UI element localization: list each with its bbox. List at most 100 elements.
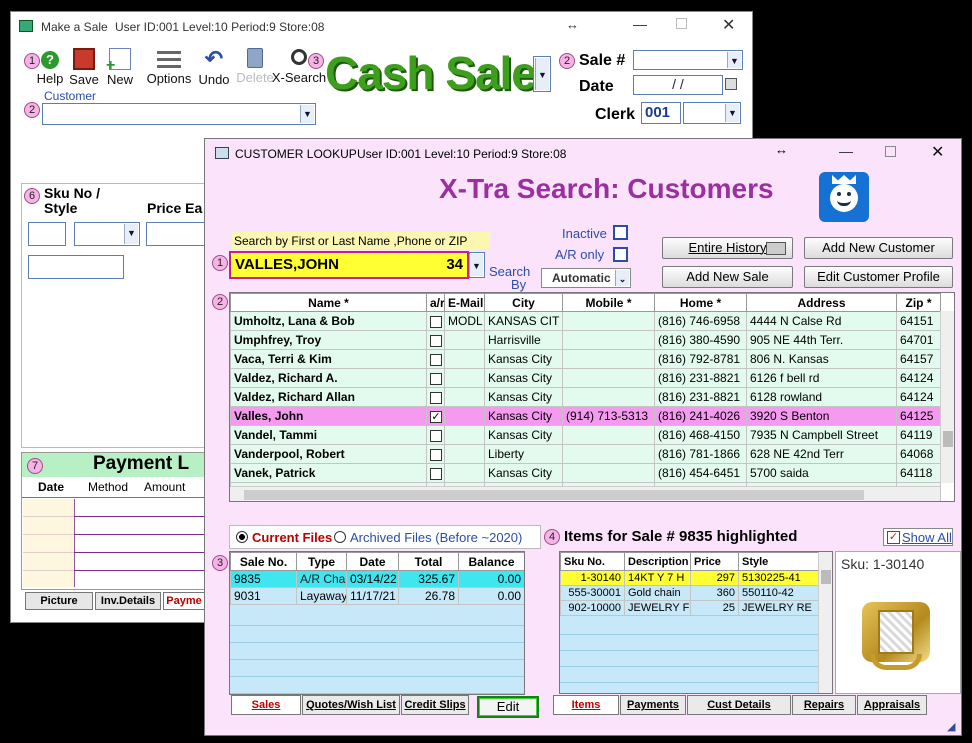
lookup-user-info: User ID:001 Level:10 Period:9 Store:08 <box>357 147 567 161</box>
customer-row[interactable]: Umphfrey, Troy Harrisville (816) 380-4590 9… <box>230 330 941 350</box>
items-scrollbar[interactable] <box>818 552 832 693</box>
tab-sales[interactable]: Sales <box>231 695 301 715</box>
ar-checkbox[interactable] <box>430 391 442 404</box>
customer-column-header[interactable]: Zip * <box>896 293 941 312</box>
style-dropdown[interactable]: ▼ <box>74 222 140 246</box>
add-new-customer-button[interactable]: Add New Customer <box>804 237 953 259</box>
delete-button[interactable]: Delete <box>235 48 275 85</box>
edit-customer-profile-button[interactable]: Edit Customer Profile <box>804 266 953 288</box>
help-button[interactable]: ? Help <box>35 48 65 86</box>
tab-inv-details[interactable]: Inv.Details <box>95 592 161 610</box>
customer-name-cell: Vandel, Tammi <box>230 425 427 445</box>
tab-repairs[interactable]: Repairs <box>792 695 856 715</box>
minimize-button[interactable]: — <box>633 16 647 32</box>
ar-checkbox[interactable]: ✓ <box>430 410 442 423</box>
resize-grip-icon[interactable]: ◢ <box>947 720 959 733</box>
ar-checkbox[interactable] <box>430 353 442 366</box>
customer-column-header[interactable]: Home * <box>654 293 747 312</box>
clerk-field[interactable]: 001 <box>641 102 681 124</box>
payment-col-method: Method <box>88 480 129 494</box>
item-extra-field[interactable] <box>28 255 124 279</box>
ar-only-checkbox[interactable] <box>613 247 628 262</box>
ar-checkbox[interactable] <box>430 467 442 480</box>
tab-cust-details[interactable]: Cust Details <box>687 695 791 715</box>
customer-row[interactable]: Umholtz, Lana & Bob MODL KANSAS CIT (816) 7… <box>230 311 941 331</box>
show-all-toggle[interactable]: ✓ Show All <box>883 528 953 546</box>
marker-4: 2 <box>559 53 575 69</box>
ar-checkbox[interactable] <box>430 372 442 385</box>
ar-cell <box>426 463 445 483</box>
customer-dropdown[interactable]: ▼ <box>42 103 316 125</box>
scroll-thumb[interactable] <box>943 431 953 447</box>
search-mode-dropdown[interactable]: Automatic ⌄ <box>541 268 631 288</box>
add-new-sale-button[interactable]: Add New Sale <box>662 266 793 288</box>
sales-row[interactable]: 9835 A/R Chai 03/14/22 325.67 0.00 <box>230 570 524 588</box>
ar-checkbox[interactable] <box>430 448 442 461</box>
customer-email-cell <box>444 425 485 445</box>
item-row[interactable]: 902-10000 JEWELRY F 25 JEWELRY RE <box>560 600 819 616</box>
customer-row[interactable]: Valles, John ✓ Kansas City (914) 713-5313 (8… <box>230 406 941 426</box>
archived-files-radio[interactable] <box>334 531 346 543</box>
tab-credit-slips[interactable]: Credit Slips <box>401 695 469 715</box>
item-row[interactable]: 1-30140 14KT Y 7 H 297 5130225-41 <box>560 570 819 586</box>
undo-button[interactable]: ↶ Undo <box>196 48 232 88</box>
tab-items[interactable]: Items <box>553 695 619 715</box>
customer-column-header[interactable]: a/r <box>426 293 445 312</box>
maximize-button[interactable] <box>676 18 687 29</box>
tab-picture[interactable]: Picture <box>25 592 93 610</box>
new-button[interactable]: + New <box>104 48 136 87</box>
ar-checkbox[interactable] <box>430 429 442 442</box>
customer-column-header[interactable]: City <box>484 293 563 312</box>
calendar-icon[interactable] <box>725 78 737 90</box>
options-button[interactable]: Options <box>145 48 193 86</box>
show-all-checkbox[interactable]: ✓ <box>887 531 900 544</box>
customer-row[interactable]: Vandel, Tammi Kansas City (816) 468-4150 79… <box>230 425 941 445</box>
tab-appraisals[interactable]: Appraisals <box>857 695 927 715</box>
sku-field[interactable] <box>28 222 66 246</box>
ar-cell <box>426 330 445 350</box>
vertical-scrollbar[interactable] <box>940 311 954 483</box>
inactive-label: Inactive <box>562 226 607 241</box>
customer-column-header[interactable]: Address <box>746 293 897 312</box>
customer-row[interactable]: Vaca, Terri & Kim Kansas City (816) 792-87… <box>230 349 941 369</box>
maximize-button[interactable] <box>885 146 896 157</box>
customer-row[interactable]: Valdez, Richard A. Kansas City (816) 231-8… <box>230 368 941 388</box>
trash-icon <box>247 48 263 68</box>
customer-column-header[interactable]: Name * <box>230 293 427 312</box>
customer-email-cell: MODL <box>444 311 485 331</box>
customer-row[interactable]: Vanek, Patrick Kansas City (816) 454-6451 5… <box>230 463 941 483</box>
tab-payments[interactable]: Payme <box>163 592 205 610</box>
search-history-dropdown[interactable]: ▼ <box>469 252 485 278</box>
horizontal-scrollbar[interactable] <box>230 486 940 501</box>
ar-checkbox[interactable] <box>430 334 442 347</box>
sale-number-field[interactable]: ▼ <box>633 50 743 70</box>
tab-quotes-wish-list[interactable]: Quotes/Wish List <box>302 695 400 715</box>
price-field[interactable] <box>146 222 208 246</box>
close-button[interactable]: ✕ <box>931 142 944 162</box>
back-window-title: Make a Sale <box>41 20 108 34</box>
sales-row[interactable]: 9031 Layaway 11/17/21 26.78 0.00 <box>230 587 524 605</box>
date-field[interactable]: / / <box>633 75 723 95</box>
minimize-button[interactable]: — <box>839 143 853 159</box>
ar-checkbox[interactable] <box>430 315 442 328</box>
item-desc-cell: 14KT Y 7 H <box>624 570 691 586</box>
sku-caption: Sku: 1-30140 <box>841 556 925 572</box>
customer-row[interactable]: Vanderpool, Robert Liberty (816) 781-1866 6… <box>230 444 941 464</box>
customer-column-header[interactable]: Mobile * <box>562 293 655 312</box>
item-row[interactable]: 555-30001 Gold chain 360 550110-42 <box>560 585 819 601</box>
mascot-logo-icon <box>819 172 869 222</box>
tab-payments[interactable]: Payments <box>620 695 686 715</box>
entire-history-button[interactable]: Entire History <box>662 237 793 259</box>
customer-row[interactable]: Valdez, Richard Allan Kansas City (816) 23… <box>230 387 941 407</box>
hscroll-thumb[interactable] <box>244 490 864 500</box>
save-button[interactable]: Save <box>68 48 100 87</box>
customer-search-input[interactable]: VALLES,JOHN 34 <box>229 251 469 279</box>
current-files-radio[interactable] <box>236 531 248 543</box>
close-button[interactable]: ✕ <box>722 15 735 35</box>
sale-type-dropdown[interactable]: ▼ <box>533 56 551 92</box>
inactive-checkbox[interactable] <box>613 225 628 240</box>
customer-column-header[interactable]: E-Mail <box>444 293 485 312</box>
customer-name-cell: Umphfrey, Troy <box>230 330 427 350</box>
edit-sales-button[interactable]: Edit <box>477 696 539 718</box>
clerk-dropdown[interactable]: ▼ <box>683 102 741 124</box>
